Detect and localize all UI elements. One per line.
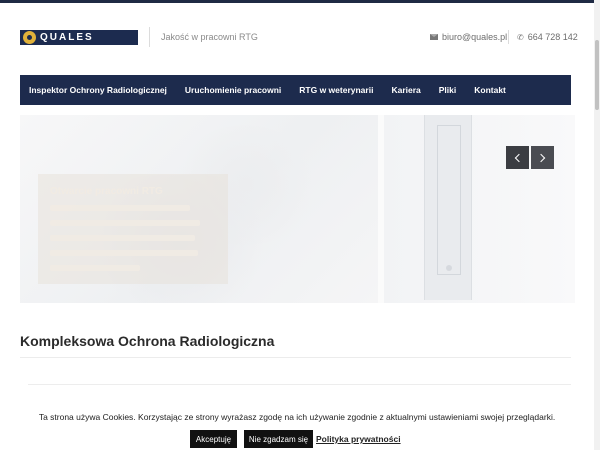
site-logo[interactable]: QUALES xyxy=(20,30,138,45)
nav-item-pliki[interactable]: Pliki xyxy=(430,85,465,95)
contact-email[interactable]: biuro@quales.pl xyxy=(430,32,507,42)
section-title: Kompleksowa Ochrona Radiologiczna xyxy=(20,333,275,349)
chevron-right-icon xyxy=(536,153,546,162)
header-divider xyxy=(149,27,150,47)
xray-panel-image xyxy=(424,115,472,300)
cookie-accept-button[interactable]: Akceptuję xyxy=(190,430,237,448)
nav-item-uruchomienie[interactable]: Uruchomienie pracowni xyxy=(176,85,290,95)
contact-separator xyxy=(508,30,509,44)
email-text[interactable]: biuro@quales.pl xyxy=(442,32,507,42)
nav-item-weterynaria[interactable]: RTG w weterynarii xyxy=(290,85,382,95)
nav-item-inspektor[interactable]: Inspektor Ochrony Radiologicznej xyxy=(20,85,176,95)
caption-text-line xyxy=(50,235,195,241)
main-navigation: Inspektor Ochrony Radiologicznej Uruchom… xyxy=(20,75,571,105)
slide-image-right xyxy=(384,115,575,303)
panel-dot xyxy=(446,265,452,271)
caption-text-line xyxy=(50,250,198,256)
cookie-reject-button[interactable]: Nie zgadzam się xyxy=(244,430,313,448)
slide-caption-title: Otwarcie pracowni RTG xyxy=(50,186,163,197)
hero-slider[interactable]: Otwarcie pracowni RTG xyxy=(20,115,575,303)
caption-text-line xyxy=(50,220,200,226)
page-scrollbar[interactable] xyxy=(594,0,600,450)
nav-item-kontakt[interactable]: Kontakt xyxy=(465,85,515,95)
phone-icon: ✆ xyxy=(517,32,524,42)
contact-phone[interactable]: ✆ 664 728 142 xyxy=(517,32,578,42)
slider-prev-button[interactable] xyxy=(506,146,529,169)
caption-text-line xyxy=(50,205,190,211)
content-divider xyxy=(28,384,571,385)
cookie-notice-text: Ta strona używa Cookies. Korzystając ze … xyxy=(38,412,556,422)
chevron-left-icon xyxy=(514,153,524,162)
phone-text[interactable]: 664 728 142 xyxy=(528,32,578,42)
privacy-policy-link[interactable]: Polityka prywatności xyxy=(316,434,401,444)
logo-text: QUALES xyxy=(40,32,94,43)
section-divider xyxy=(20,357,571,358)
panel-grid xyxy=(437,125,461,275)
nav-item-kariera[interactable]: Kariera xyxy=(382,85,429,95)
site-tagline: Jakość w pracowni RTG xyxy=(161,32,258,42)
cookie-bar: Ta strona używa Cookies. Korzystając ze … xyxy=(0,405,594,450)
top-accent-line xyxy=(0,0,600,3)
logo-mark-icon xyxy=(23,31,36,44)
slide-caption: Otwarcie pracowni RTG xyxy=(38,174,228,284)
caption-text-line xyxy=(50,265,140,271)
slider-next-button[interactable] xyxy=(531,146,554,169)
envelope-icon xyxy=(430,34,438,40)
scrollbar-thumb[interactable] xyxy=(595,40,599,110)
